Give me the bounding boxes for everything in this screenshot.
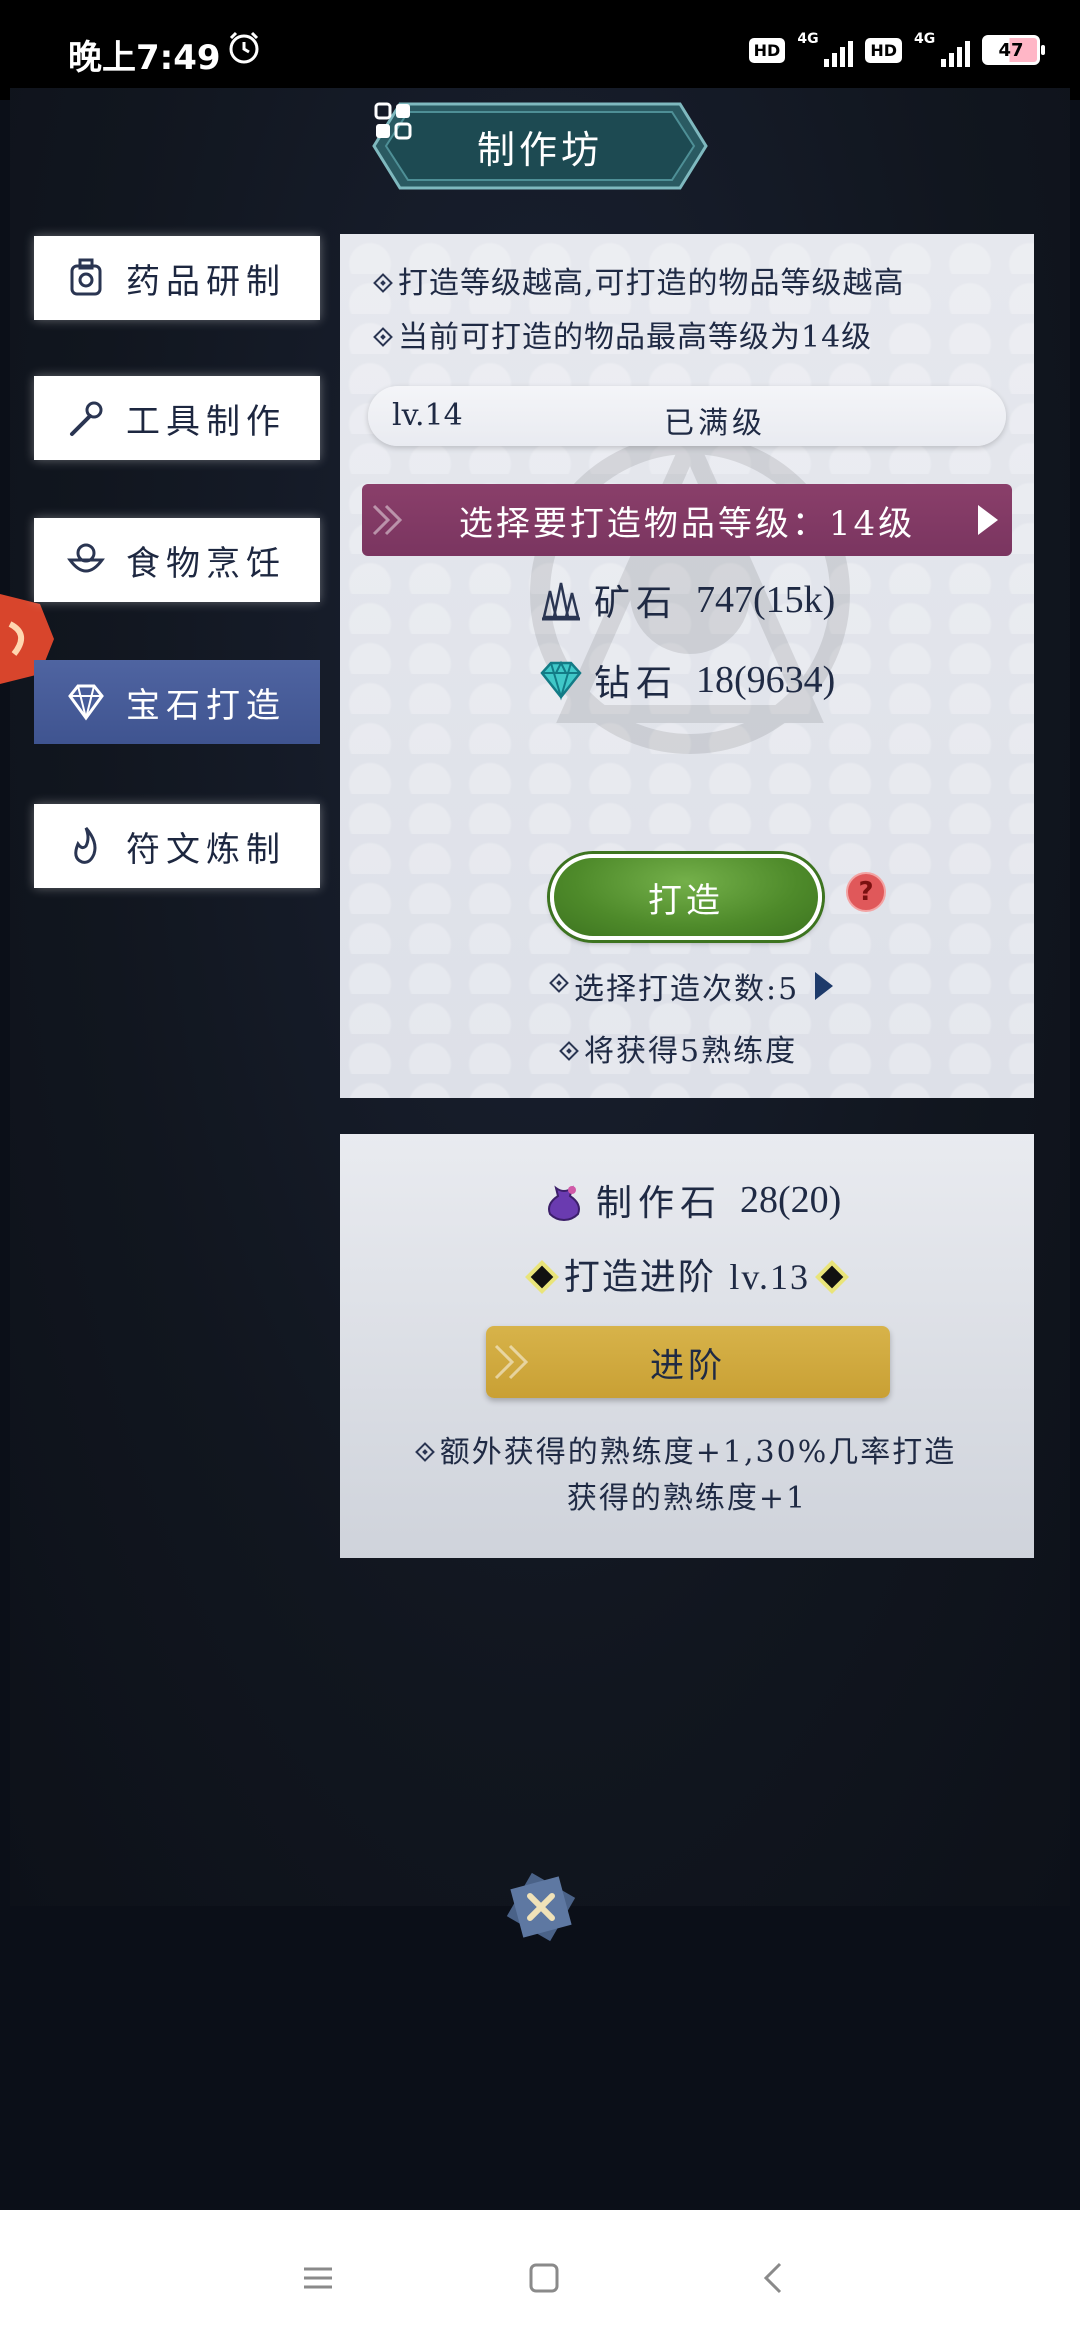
- material-diamond: 钻石 18(9634): [538, 654, 835, 706]
- forge-button[interactable]: 打造: [550, 854, 822, 940]
- next-arrow-icon[interactable]: [978, 505, 998, 535]
- advance-level: 打造进阶 lv.13: [340, 1248, 1034, 1300]
- marker-icon: [820, 1265, 844, 1289]
- increase-arrow-icon[interactable]: [815, 972, 834, 1000]
- forge-panel: 打造等级越高,可打造的物品等级越高 当前可打造的物品最高等级为14级 lv.14…: [340, 234, 1034, 1098]
- gem-icon: [68, 684, 104, 721]
- chevron-deco-icon: [372, 504, 403, 536]
- tab-gem[interactable]: 宝石打造: [34, 660, 320, 744]
- level-status: 已满级: [664, 406, 766, 441]
- material-ore: 矿石 747(15k): [538, 574, 835, 626]
- navigation-bar: [0, 2210, 1080, 2340]
- selector-label: 选择要打造物品等级：14级: [458, 503, 916, 544]
- status-bar: 晚上7:49 HD 4G HD 4G 47: [0, 0, 1080, 100]
- tab-label: 食物烹饪: [126, 543, 286, 584]
- material-craft-stone: 制作石 28(20): [542, 1174, 841, 1226]
- page-title: 制作坊: [476, 127, 603, 172]
- crafting-window: 制作坊 药品研制 工具制作 食物烹饪 宝石打造 符文炼制 打造等级越高,可打造的…: [0, 88, 1070, 1942]
- back-icon[interactable]: [756, 2260, 792, 2296]
- title-plate: 制作坊: [372, 100, 708, 192]
- pouch-icon: [548, 1185, 580, 1222]
- marker-icon: [530, 1265, 554, 1289]
- rune-icon: [74, 827, 97, 864]
- level-bar: lv.14 已满级: [368, 386, 1006, 446]
- tab-label: 药品研制: [126, 261, 286, 302]
- item-level-selector[interactable]: 选择要打造物品等级：14级: [362, 484, 1012, 556]
- battery-icon: 47: [982, 35, 1045, 65]
- forge-count-selector[interactable]: 选择打造次数:5: [549, 964, 834, 1008]
- food-icon: [67, 543, 105, 573]
- advance-panel: 制作石 28(20) 打造进阶 lv.13 进阶 额外获得的熟练度+1,30%几…: [340, 1134, 1034, 1558]
- tab-tool[interactable]: 工具制作: [34, 376, 320, 460]
- hd-badge: HD: [865, 37, 902, 63]
- menu-icon[interactable]: [300, 2260, 336, 2296]
- advance-description: 额外获得的熟练度+1,30%几率打造 获得的熟练度+1: [340, 1430, 1034, 1522]
- hint-text: 当前可打造的物品最高等级为14级: [373, 312, 872, 356]
- workshop-icon: [374, 102, 412, 140]
- close-button[interactable]: [500, 1866, 582, 1948]
- signal-icon: 4G: [914, 31, 970, 67]
- gain-text: 将获得5熟练度: [559, 1026, 797, 1070]
- clock: 晚上7:49: [68, 38, 221, 78]
- level-value: lv.14: [392, 398, 463, 433]
- tab-label: 符文炼制: [126, 829, 286, 870]
- tool-icon: [70, 401, 103, 436]
- hd-badge: HD: [748, 37, 786, 63]
- home-icon[interactable]: [526, 2260, 562, 2296]
- tab-label: 工具制作: [126, 401, 286, 442]
- tab-rune[interactable]: 符文炼制: [34, 804, 320, 888]
- signal-icon: 4G: [797, 31, 854, 67]
- diamond-icon: [540, 660, 582, 701]
- alarm-icon: [229, 31, 259, 64]
- chevron-deco-icon: [494, 1344, 529, 1380]
- tab-label: 宝石打造: [126, 685, 286, 726]
- potion-icon: [70, 258, 102, 296]
- tab-food[interactable]: 食物烹饪: [34, 518, 320, 602]
- advance-button[interactable]: 进阶: [486, 1326, 890, 1398]
- ore-icon: [542, 582, 580, 621]
- tab-potion[interactable]: 药品研制: [34, 236, 320, 320]
- help-button[interactable]: ?: [846, 872, 886, 912]
- hint-text: 打造等级越高,可打造的物品等级越高: [373, 258, 905, 302]
